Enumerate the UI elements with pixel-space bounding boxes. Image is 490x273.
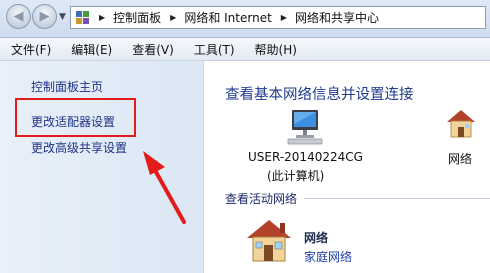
breadcrumb-separator[interactable]: ▶	[170, 13, 176, 22]
highlight-box	[15, 98, 136, 137]
navigation-bar: ◀ ▶ ▼ ▶ 控制面板 ▶ 网络和 Internet ▶ 网络和共享中心	[0, 0, 490, 38]
computer-name: USER-20140224CG	[248, 150, 363, 164]
breadcrumb-separator[interactable]: ▶	[281, 13, 287, 22]
page-title: 查看基本网络信息并设置连接	[225, 87, 414, 103]
active-network-type-link[interactable]: 家庭网络	[304, 248, 352, 265]
computer-subtitle: (此计算机)	[267, 169, 325, 183]
forward-arrow-icon: ▶	[39, 9, 50, 24]
menu-view[interactable]: 查看(V)	[121, 41, 183, 58]
active-networks-heading: 查看活动网络	[225, 192, 298, 206]
menu-file[interactable]: 文件(F)	[0, 41, 60, 58]
breadcrumb-control-panel[interactable]: 控制面板	[113, 9, 161, 26]
control-panel-home-link[interactable]: 控制面板主页	[31, 78, 103, 95]
computer-icon	[287, 110, 323, 145]
section-divider	[304, 198, 490, 199]
recent-pages-dropdown[interactable]: ▼	[59, 12, 66, 22]
back-arrow-icon: ◀	[13, 9, 24, 24]
breadcrumb-network-internet[interactable]: 网络和 Internet	[184, 9, 271, 26]
forward-button[interactable]: ▶	[32, 4, 57, 29]
control-panel-icon	[76, 10, 90, 25]
back-button[interactable]: ◀	[6, 4, 31, 29]
house-icon	[247, 220, 291, 262]
change-advanced-sharing-link[interactable]: 更改高级共享设置	[31, 139, 127, 156]
menu-bar: 文件(F) 编辑(E) 查看(V) 工具(T) 帮助(H)	[0, 38, 490, 61]
task-pane: 控制面板主页 更改适配器设置 更改高级共享设置	[0, 61, 204, 273]
active-network-name: 网络	[304, 231, 329, 245]
breadcrumb-separator[interactable]: ▶	[99, 13, 105, 22]
network-label: 网络	[448, 152, 473, 166]
address-bar[interactable]: ▶ 控制面板 ▶ 网络和 Internet ▶ 网络和共享中心	[70, 6, 486, 29]
house-icon	[447, 110, 475, 138]
breadcrumb-network-sharing-center[interactable]: 网络和共享中心	[295, 9, 379, 26]
menu-tools[interactable]: 工具(T)	[183, 41, 244, 58]
main-content: 查看基本网络信息并设置连接 USER-20140224CG (此计算机) 网络 …	[204, 61, 490, 273]
menu-help[interactable]: 帮助(H)	[244, 41, 306, 58]
menu-edit[interactable]: 编辑(E)	[60, 41, 121, 58]
